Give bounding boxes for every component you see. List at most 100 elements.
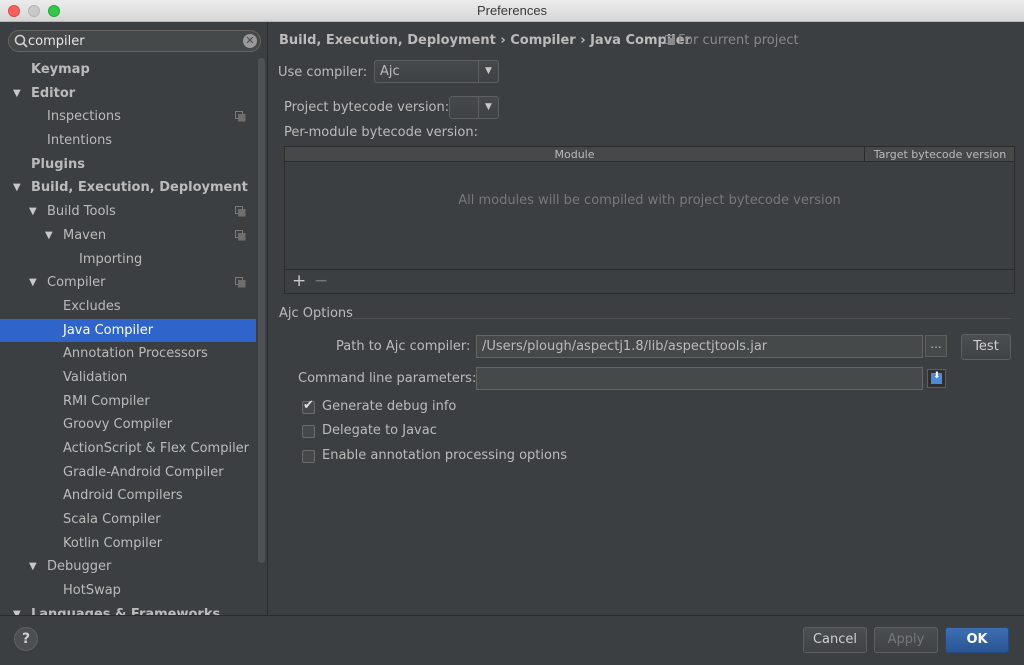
- use-compiler-label: Use compiler:: [278, 65, 368, 80]
- sidebar-item-label: Kotlin Compiler: [63, 535, 163, 551]
- option-checkbox[interactable]: ✔: [302, 398, 315, 414]
- sidebar-item-label: Maven: [63, 227, 107, 243]
- sidebar-item-label: Scala Compiler: [63, 512, 161, 528]
- expand-field-button[interactable]: ⬇: [927, 369, 946, 388]
- title-bar: Preferences: [0, 0, 1024, 22]
- dialog-footer: ? Cancel Apply OK: [0, 615, 1024, 665]
- sidebar-item-build-execution-deployment[interactable]: ▼ Build, Execution, Deployment: [0, 176, 256, 200]
- expand-arrow-icon[interactable]: ▼: [29, 200, 39, 224]
- empty-table-message: All modules will be compiled with projec…: [458, 193, 841, 208]
- cmd-params-field[interactable]: [476, 367, 923, 390]
- sidebar-item-importing[interactable]: Importing: [0, 248, 256, 272]
- sidebar-item-maven[interactable]: ▼ Maven: [0, 224, 256, 248]
- sidebar-item-compiler[interactable]: ▼ Compiler: [0, 271, 256, 295]
- sidebar-item-groovy-compiler[interactable]: Groovy Compiler: [0, 413, 256, 437]
- sidebar-item-excludes[interactable]: Excludes: [0, 295, 256, 319]
- sidebar-item-label: Groovy Compiler: [63, 417, 173, 433]
- window-title: Preferences: [476, 3, 548, 18]
- cmd-params-input[interactable]: [477, 368, 922, 389]
- use-compiler-select[interactable]: Ajc ▼: [374, 60, 499, 83]
- sidebar-item-label: Build Tools: [47, 204, 116, 220]
- sidebar-item-rmi-compiler[interactable]: RMI Compiler: [0, 390, 256, 414]
- expand-arrow-icon[interactable]: ▼: [29, 555, 39, 579]
- add-module-button[interactable]: +: [292, 271, 306, 291]
- browse-button[interactable]: ...: [925, 335, 947, 357]
- expand-arrow-icon[interactable]: ▼: [45, 224, 55, 248]
- sidebar-item-validation[interactable]: Validation: [0, 366, 256, 390]
- arrow-down-icon: ⬇: [933, 371, 941, 381]
- cmd-params-label: Command line parameters:: [298, 371, 477, 386]
- search-input[interactable]: [28, 33, 238, 50]
- sidebar-item-plugins[interactable]: Plugins: [0, 153, 256, 177]
- table-header: Module Target bytecode version: [285, 147, 1014, 162]
- expand-arrow-icon[interactable]: ▼: [13, 176, 23, 200]
- option-checkbox[interactable]: [302, 425, 315, 438]
- option-label[interactable]: Generate debug info: [322, 399, 456, 414]
- sidebar-item-intentions[interactable]: Intentions: [0, 129, 256, 153]
- ajc-path-field[interactable]: [476, 335, 923, 358]
- scope-note: For current project: [665, 33, 799, 48]
- sidebar-item-android-compilers[interactable]: Android Compilers: [0, 484, 256, 508]
- sidebar-item-label: RMI Compiler: [63, 393, 150, 409]
- chevron-down-icon: ▼: [478, 61, 498, 82]
- expand-arrow-icon[interactable]: ▼: [13, 82, 23, 106]
- project-scope-icon: [235, 229, 246, 241]
- project-bytecode-select[interactable]: ▼: [449, 96, 499, 119]
- sidebar-item-label: ActionScript & Flex Compiler: [63, 441, 250, 456]
- per-module-label: Per-module bytecode version:: [284, 125, 478, 140]
- sidebar-item-label: Android Compilers: [63, 488, 183, 504]
- project-bytecode-label: Project bytecode version:: [284, 100, 450, 115]
- remove-module-button[interactable]: −: [314, 271, 328, 291]
- sidebar-item-label: Java Compiler: [63, 322, 154, 338]
- settings-tree: Keymap ▼ Editor Inspections Intentions Plugin…: [0, 58, 256, 627]
- ok-button[interactable]: OK: [945, 627, 1009, 653]
- sidebar-item-editor[interactable]: ▼ Editor: [0, 82, 256, 106]
- sidebar-item-scala-compiler[interactable]: Scala Compiler: [0, 508, 256, 532]
- project-scope-icon: [235, 206, 246, 217]
- use-compiler-value: Ajc: [380, 64, 400, 79]
- sidebar-scrollbar[interactable]: [258, 58, 265, 563]
- cancel-button[interactable]: Cancel: [803, 627, 867, 653]
- sidebar-item-java-compiler[interactable]: Java Compiler: [0, 318, 256, 343]
- sidebar-item-debugger[interactable]: ▼ Debugger: [0, 555, 256, 579]
- sidebar-item-label: Keymap: [31, 62, 90, 77]
- search-box[interactable]: ✕: [8, 30, 261, 52]
- option-label[interactable]: Delegate to Javac: [322, 423, 437, 438]
- table-toolbar: + −: [285, 269, 1014, 293]
- search-icon: [14, 34, 28, 48]
- sidebar-item-label: Plugins: [31, 156, 85, 172]
- project-scope-icon: [665, 35, 675, 45]
- sidebar-item-label: Annotation Processors: [63, 346, 208, 362]
- sidebar-item-gradle-android-compiler[interactable]: Gradle-Android Compiler: [0, 461, 256, 485]
- sidebar-item-label: Gradle-Android Compiler: [63, 464, 224, 480]
- ajc-path-label: Path to Ajc compiler:: [336, 339, 471, 354]
- scope-label: For current project: [678, 33, 799, 48]
- sidebar-item-label: Editor: [31, 85, 76, 101]
- sidebar-item-label: HotSwap: [63, 583, 121, 599]
- sidebar-item-label: Excludes: [63, 298, 121, 314]
- sidebar-item-annotation-processors[interactable]: Annotation Processors: [0, 342, 256, 366]
- column-target-bytecode[interactable]: Target bytecode version: [866, 147, 1014, 162]
- sidebar-item-build-tools[interactable]: ▼ Build Tools: [0, 200, 256, 224]
- sidebar-item-inspections[interactable]: Inspections: [0, 105, 256, 129]
- help-button[interactable]: ?: [14, 627, 38, 651]
- option-label[interactable]: Enable annotation processing options: [322, 448, 567, 463]
- sidebar-item-kotlin-compiler[interactable]: Kotlin Compiler: [0, 532, 256, 556]
- clear-search-icon[interactable]: ✕: [243, 34, 257, 48]
- test-button[interactable]: Test: [961, 334, 1011, 360]
- sidebar-item-keymap[interactable]: Keymap: [0, 58, 256, 82]
- option-checkbox[interactable]: [302, 450, 315, 463]
- sidebar-item-actionscript-flex-compiler[interactable]: ActionScript & Flex Compiler: [0, 437, 256, 461]
- expand-arrow-icon[interactable]: ▼: [29, 271, 39, 295]
- sidebar-item-label: Inspections: [47, 109, 121, 125]
- sidebar-item-hotswap[interactable]: HotSwap: [0, 579, 256, 603]
- sidebar-item-label: Validation: [63, 369, 128, 385]
- apply-button[interactable]: Apply: [874, 627, 938, 653]
- checkmark-icon: ✔: [303, 398, 314, 413]
- column-module[interactable]: Module: [285, 147, 865, 162]
- ajc-path-input[interactable]: [477, 336, 922, 357]
- sidebar-item-label: Compiler: [47, 275, 106, 291]
- content-panel: Build, Execution, Deployment › Compiler …: [269, 22, 1024, 615]
- section-divider: [353, 318, 1011, 319]
- settings-sidebar: ✕ Keymap ▼ Editor Inspections Intentions Plug…: [0, 22, 268, 622]
